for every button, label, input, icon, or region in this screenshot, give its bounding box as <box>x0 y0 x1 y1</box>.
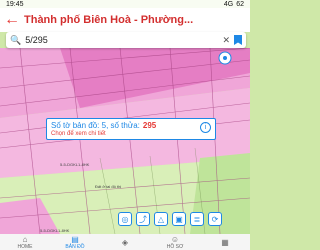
battery-icon: 62 <box>236 0 244 8</box>
map-layer-toggle-dot <box>223 56 227 60</box>
layers-icon: ◈ <box>121 237 129 247</box>
map-canvas[interactable]: 5-5-DGKL1-8HK Đất ở tai đô thị 5-5-DGKL1… <box>0 48 250 234</box>
nav-item-home[interactable]: ⌂ HOME <box>5 235 45 250</box>
back-arrow-icon[interactable]: ← <box>0 11 24 29</box>
info-icon[interactable]: i <box>200 122 211 133</box>
nav-item-profile[interactable]: ☺ HỒ SƠ <box>155 235 195 250</box>
locate-icon[interactable]: ◎ <box>118 212 132 226</box>
layers-toggle-icon[interactable]: ≣ <box>190 212 204 226</box>
nav-item-grid[interactable]: ▦ <box>205 238 245 247</box>
status-indicators: 4G 62 <box>224 1 244 8</box>
bottom-nav: ⌂ HOME ▤ BẢN ĐỒ ◈ ☺ HỒ SƠ ▦ <box>0 234 250 250</box>
home-icon: ⌂ <box>22 234 28 244</box>
map-road-label-1: 5-5-DGKL1-8HK <box>60 162 90 167</box>
measure-icon[interactable]: △ <box>154 212 168 226</box>
search-input[interactable]: 5/295 <box>25 35 222 45</box>
grid-icon: ▦ <box>221 237 229 247</box>
nav-label-profile: HỒ SƠ <box>166 243 184 250</box>
map-road-label-3: 5-5-DGKL1-8HK <box>40 228 70 233</box>
map-icon: ▤ <box>71 234 79 244</box>
search-icon: 🔍 <box>10 34 22 45</box>
parcel-hint: Chọn để xem chi tiết <box>51 131 106 137</box>
refresh-icon[interactable]: ⟳ <box>208 212 222 226</box>
cadastral-map[interactable]: 5-5-DGKL1-8HK Đất ở tai đô thị 5-5-DGKL1… <box>0 48 250 234</box>
parcel-title-prefix: Số tờ bản đồ: 5, số thửa: <box>51 121 140 130</box>
nav-item-layers[interactable]: ◈ <box>105 238 145 247</box>
status-time: 19:45 <box>6 0 24 8</box>
clear-icon[interactable]: ✕ <box>222 35 230 46</box>
nav-label-home: HOME <box>17 243 33 250</box>
signal-icon: 4G <box>223 0 234 8</box>
search-bar[interactable]: 🔍 5/295 ✕ <box>6 32 246 48</box>
map-road-label-2: Đất ở tai đô thị <box>95 184 121 189</box>
camera-icon[interactable]: ▣ <box>172 212 186 226</box>
parcel-title: Số tờ bản đồ: 5, số thửa: 295 <box>51 121 211 130</box>
app-header: ← Thành phố Biên Hoà - Phường... <box>0 8 250 32</box>
user-icon: ☺ <box>170 234 180 244</box>
status-bar: 19:45 4G 62 <box>0 0 250 8</box>
nav-label-map: BẢN ĐỒ <box>65 243 85 250</box>
share-icon[interactable]: ⤴ <box>136 212 150 226</box>
parcel-info-card[interactable]: Số tờ bản đồ: 5, số thửa: 295 Chọn để xe… <box>46 118 216 140</box>
parcel-number: 295 <box>142 121 157 130</box>
bookmark-icon[interactable] <box>234 35 242 45</box>
nav-item-map[interactable]: ▤ BẢN ĐỒ <box>55 235 95 250</box>
map-toolbar: ◎ ⤴ △ ▣ ≣ ⟳ <box>118 212 222 226</box>
page-title: Thành phố Biên Hoà - Phường... <box>24 14 194 26</box>
